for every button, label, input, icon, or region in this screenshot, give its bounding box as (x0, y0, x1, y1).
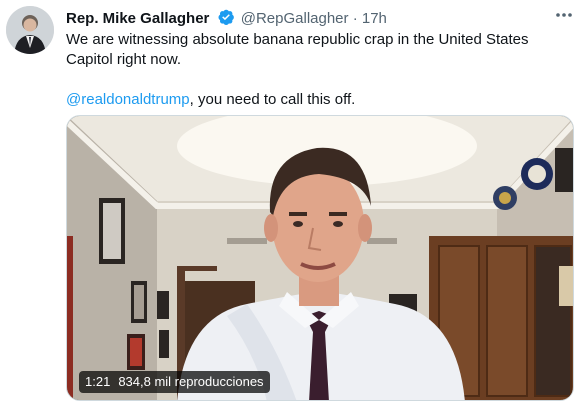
tweet-header: Rep. Mike Gallagher @RepGallagher · 17h (66, 8, 570, 30)
author-name[interactable]: Rep. Mike Gallagher (66, 10, 209, 27)
video-view-count: 834,8 mil reproducciones (118, 374, 264, 389)
tweet-text-line-2: @realdonaldtrump, you need to call this … (66, 90, 574, 110)
tweet-text-line-1: We are witnessing absolute banana republ… (66, 31, 529, 68)
video-duration: 1:21 (85, 374, 111, 389)
avatar-photo (6, 6, 54, 54)
video-player[interactable]: 1:21 834,8 mil reproducciones (66, 115, 574, 401)
author-handle[interactable]: @RepGallagher (241, 10, 349, 27)
video-overlay-badge: 1:21 834,8 mil reproducciones (79, 371, 270, 393)
tweet-text-line-2-rest: , you need to call this off. (189, 91, 356, 108)
tweet-timestamp[interactable]: 17h (362, 10, 387, 27)
meta-separator: · (352, 10, 358, 27)
tweet-card[interactable]: Rep. Mike Gallagher @RepGallagher · 17h … (0, 0, 578, 408)
video-frame (67, 116, 573, 400)
verified-badge-icon (217, 8, 235, 32)
tweet-text: We are witnessing absolute banana republ… (66, 30, 574, 110)
more-options-icon[interactable] (554, 8, 574, 20)
mention-link[interactable]: @realdonaldtrump (66, 91, 190, 108)
author-avatar[interactable] (6, 6, 54, 54)
